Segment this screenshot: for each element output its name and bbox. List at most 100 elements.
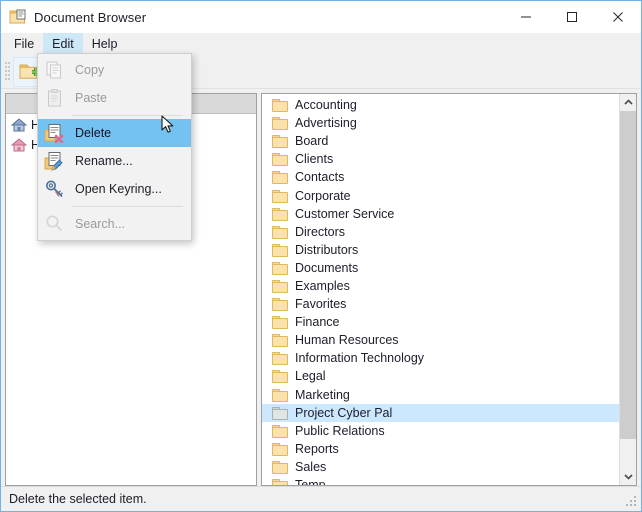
folder-icon bbox=[272, 135, 288, 149]
list-item[interactable]: Clients bbox=[262, 150, 619, 168]
list-item-label: Favorites bbox=[295, 297, 347, 312]
folder-icon bbox=[272, 225, 288, 239]
document-folder-icon bbox=[9, 9, 27, 25]
list-item[interactable]: Documents bbox=[262, 259, 619, 277]
list-item[interactable]: Favorites bbox=[262, 295, 619, 313]
folder-icon bbox=[272, 479, 288, 485]
scroll-down-button[interactable] bbox=[620, 468, 636, 485]
maximize-button[interactable] bbox=[549, 1, 595, 33]
toolbar-grip[interactable] bbox=[3, 60, 11, 84]
menu-item-label: Paste bbox=[75, 91, 107, 105]
scroll-up-button[interactable] bbox=[620, 94, 636, 111]
list-item[interactable]: Directors bbox=[262, 223, 619, 241]
list-item[interactable]: Examples bbox=[262, 277, 619, 295]
folder-icon bbox=[272, 171, 288, 185]
folder-icon bbox=[272, 442, 288, 456]
title-bar: Document Browser bbox=[1, 1, 641, 33]
list-item-label: Marketing bbox=[295, 387, 350, 402]
menu-item-label: Copy bbox=[75, 63, 105, 77]
magnifier-icon bbox=[43, 213, 67, 235]
menu-separator bbox=[72, 206, 183, 207]
folder-icon bbox=[272, 153, 288, 167]
list-item[interactable]: Customer Service bbox=[262, 205, 619, 223]
folder-icon bbox=[272, 189, 288, 203]
list-item-label: Public Relations bbox=[295, 423, 385, 438]
status-text: Delete the selected item. bbox=[9, 492, 147, 506]
list-item[interactable]: Temp bbox=[262, 476, 619, 485]
list-item-label: Reports bbox=[295, 441, 339, 456]
folder-icon bbox=[272, 424, 288, 438]
folder-icon bbox=[272, 388, 288, 402]
scrollbar-track[interactable] bbox=[620, 111, 636, 468]
folder-icon bbox=[272, 460, 288, 474]
file-list-scrollbar[interactable] bbox=[619, 94, 636, 485]
list-item[interactable]: Marketing bbox=[262, 386, 619, 404]
folder-icon bbox=[272, 370, 288, 384]
folder-icon bbox=[272, 298, 288, 312]
close-button[interactable] bbox=[595, 1, 641, 33]
menu-item-delete[interactable]: Delete bbox=[38, 119, 191, 147]
list-item-label: Finance bbox=[295, 315, 340, 330]
menu-item-label: Rename... bbox=[75, 154, 133, 168]
paste-icon bbox=[43, 87, 67, 109]
menu-item-open-keyring[interactable]: Open Keyring... bbox=[38, 175, 191, 203]
folder-icon bbox=[272, 279, 288, 293]
list-item[interactable]: Distributors bbox=[262, 241, 619, 259]
window-controls bbox=[503, 1, 641, 33]
list-item-label: Temp bbox=[295, 478, 326, 485]
file-list-panel: Accounting Advertising Board Clients Contact… bbox=[261, 93, 637, 486]
minimize-button[interactable] bbox=[503, 1, 549, 33]
list-item[interactable]: Public Relations bbox=[262, 422, 619, 440]
list-item[interactable]: Finance bbox=[262, 313, 619, 331]
menu-bar: File Edit Help bbox=[1, 33, 641, 55]
list-item-label: Contacts bbox=[295, 170, 345, 185]
list-item[interactable]: Advertising bbox=[262, 114, 619, 132]
menu-file[interactable]: File bbox=[5, 33, 43, 55]
folder-icon bbox=[272, 117, 288, 131]
list-item-label: Corporate bbox=[295, 188, 351, 203]
scrollbar-thumb[interactable] bbox=[620, 111, 636, 440]
folder-icon bbox=[272, 261, 288, 275]
file-list[interactable]: Accounting Advertising Board Clients Contact… bbox=[262, 94, 619, 485]
document-delete-icon bbox=[43, 122, 67, 144]
home-pink-icon bbox=[10, 137, 28, 153]
menu-item-label: Delete bbox=[75, 126, 112, 140]
list-item[interactable]: Information Technology bbox=[262, 349, 619, 367]
list-item-label: Project Cyber Pal bbox=[295, 405, 393, 420]
resize-grip[interactable] bbox=[626, 496, 638, 508]
list-item-label: Clients bbox=[295, 152, 334, 167]
list-item[interactable]: Contacts bbox=[262, 168, 619, 186]
list-item-label: Sales bbox=[295, 459, 327, 474]
menu-item-search: Search... bbox=[38, 210, 191, 238]
menu-separator bbox=[72, 115, 183, 116]
list-item-label: Information Technology bbox=[295, 351, 425, 366]
list-item-label: Distributors bbox=[295, 242, 359, 257]
list-item-label: Examples bbox=[295, 278, 350, 293]
folder-icon bbox=[272, 243, 288, 257]
folder-icon bbox=[272, 334, 288, 348]
list-item[interactable]: Project Cyber Pal bbox=[262, 403, 619, 422]
application-window: Document Browser File Edit Help H H Acco… bbox=[0, 0, 642, 512]
menu-edit[interactable]: Edit bbox=[43, 33, 83, 55]
list-item[interactable]: Legal bbox=[262, 367, 619, 385]
list-item-label: Advertising bbox=[295, 116, 357, 131]
list-item-label: Directors bbox=[295, 224, 346, 239]
keyring-icon bbox=[43, 178, 67, 200]
folder-icon bbox=[272, 207, 288, 221]
menu-item-paste: Paste bbox=[38, 84, 191, 112]
list-item[interactable]: Human Resources bbox=[262, 331, 619, 349]
home-blue-icon bbox=[10, 117, 28, 133]
list-item[interactable]: Accounting bbox=[262, 96, 619, 114]
list-item[interactable]: Corporate bbox=[262, 186, 619, 204]
menu-item-rename[interactable]: Rename... bbox=[38, 147, 191, 175]
list-item-label: Legal bbox=[295, 369, 326, 384]
list-item[interactable]: Board bbox=[262, 132, 619, 150]
list-item[interactable]: Sales bbox=[262, 458, 619, 476]
copy-icon bbox=[43, 59, 67, 81]
menu-help[interactable]: Help bbox=[83, 33, 127, 55]
window-title: Document Browser bbox=[34, 9, 147, 25]
edit-menu-dropdown[interactable]: Copy Paste Delete Rename... Open Keyring... S… bbox=[37, 53, 192, 241]
list-item-label: Documents bbox=[295, 260, 359, 275]
folder-icon bbox=[272, 99, 288, 113]
list-item[interactable]: Reports bbox=[262, 440, 619, 458]
